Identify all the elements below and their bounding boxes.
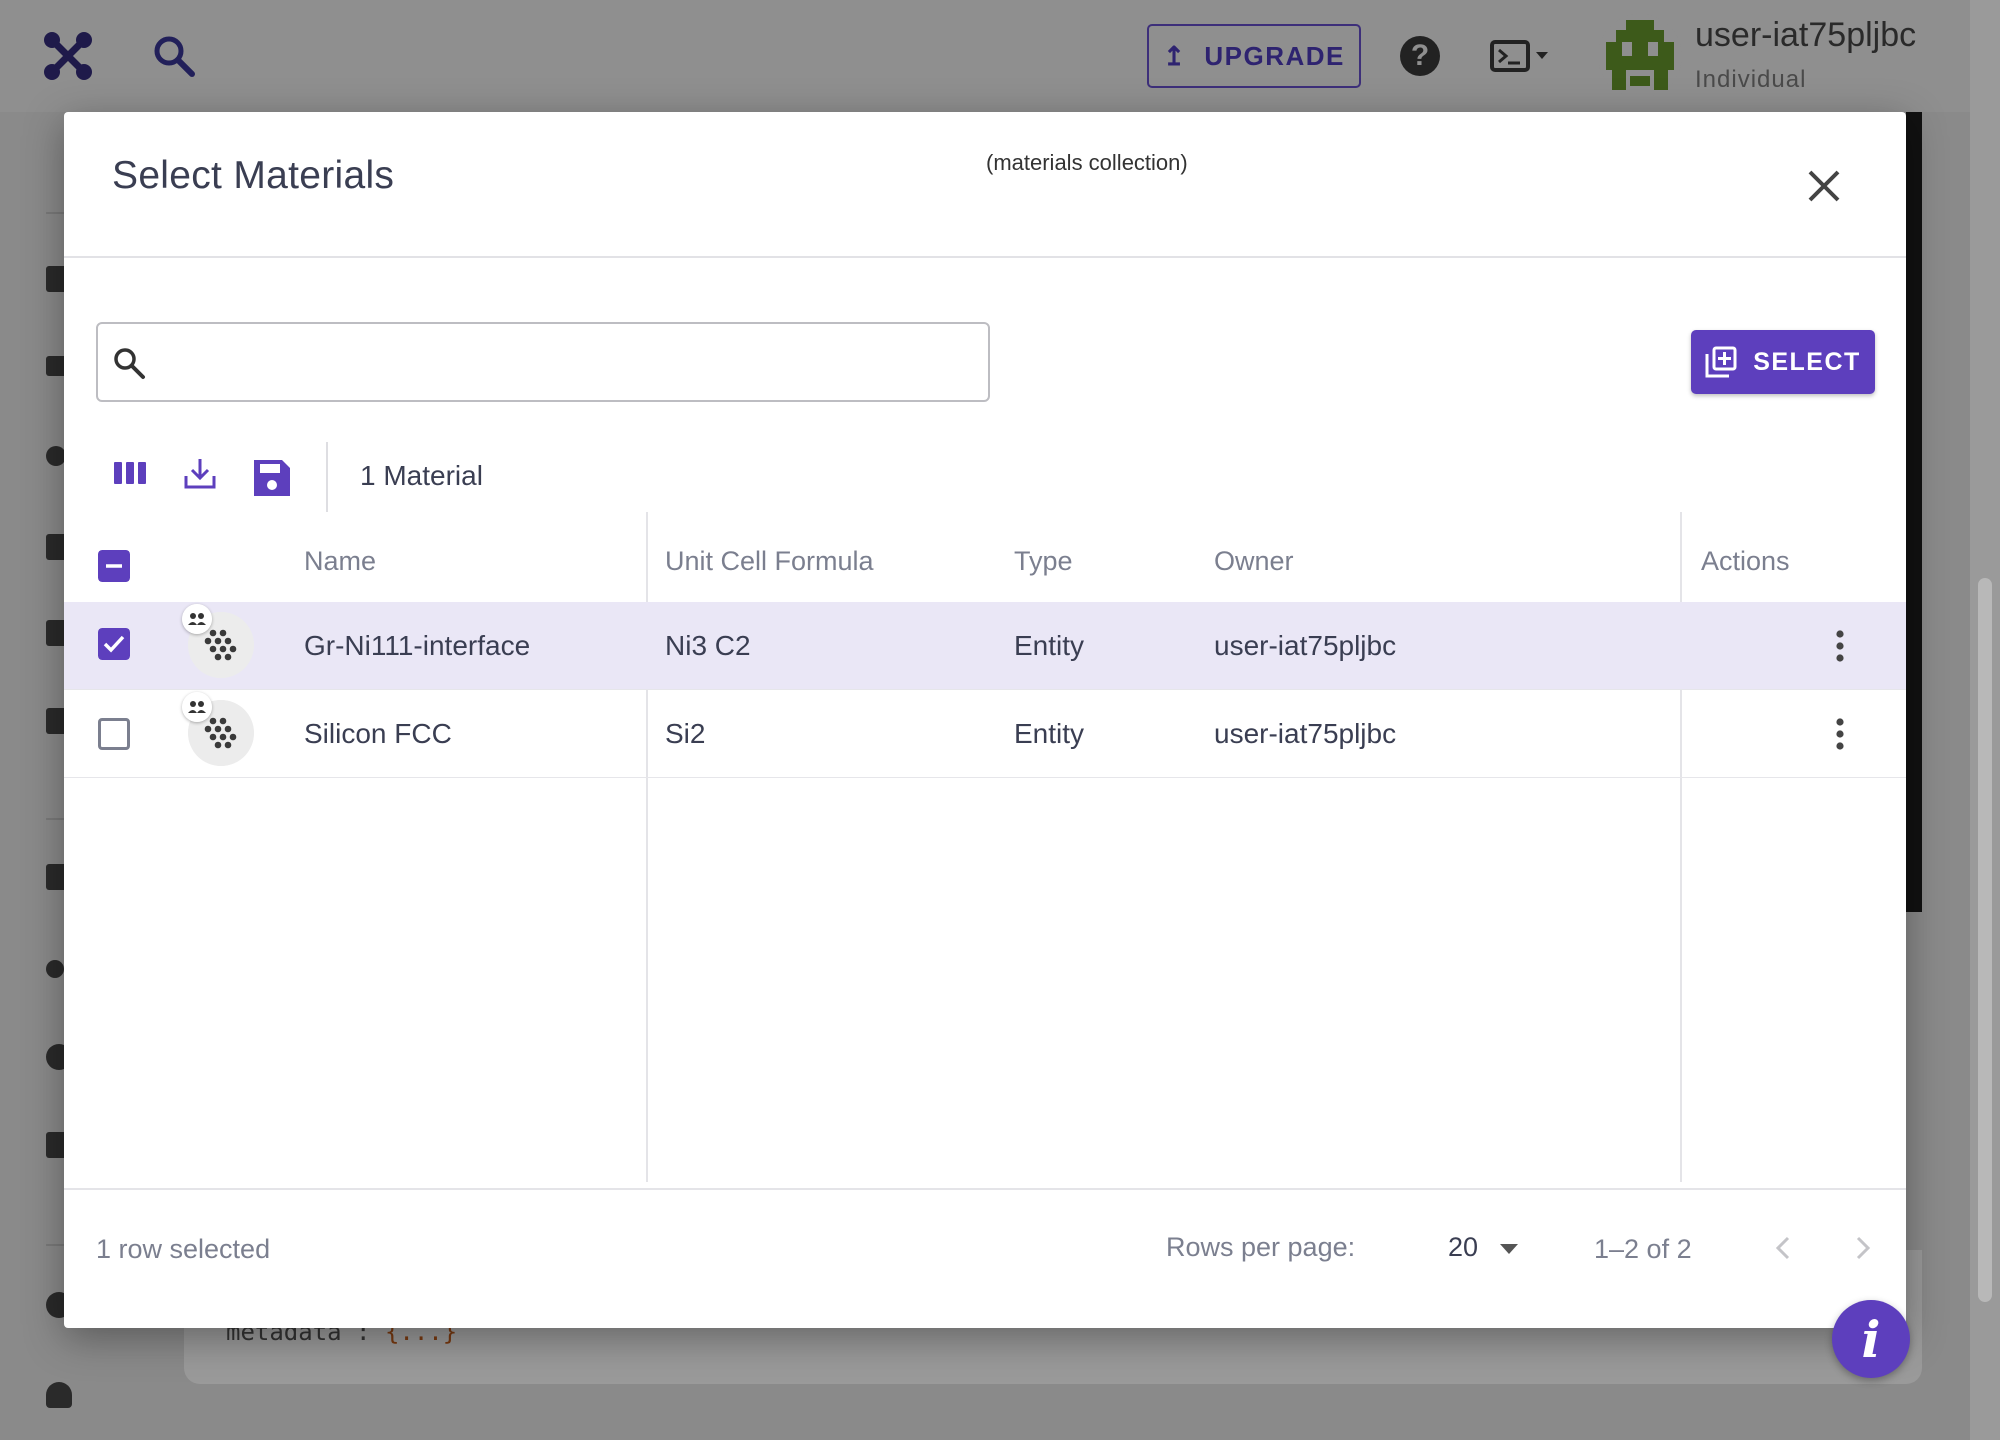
material-name: Gr-Ni111-interface xyxy=(304,630,531,661)
material-count: 1 Material xyxy=(360,460,483,491)
material-owner: user-iat75pljbc xyxy=(1214,718,1397,749)
table-row[interactable]: Gr-Ni111-interface Ni3 C2 Entity user-ia… xyxy=(64,602,1906,690)
material-owner: user-iat75pljbc xyxy=(1214,630,1397,661)
sidebar-divider xyxy=(46,818,66,820)
avatar[interactable] xyxy=(1598,14,1682,98)
next-page-icon[interactable] xyxy=(1842,1228,1882,1268)
material-formula: Si2 xyxy=(665,718,706,749)
select-button-label: SELECT xyxy=(1753,347,1861,376)
help-icon[interactable]: ? xyxy=(1400,36,1440,76)
previous-page-icon[interactable] xyxy=(1764,1228,1804,1268)
user-role: Individual xyxy=(1695,66,1807,93)
dialog-subtitle: (materials collection) xyxy=(986,150,1188,175)
more-vert-icon[interactable] xyxy=(1820,626,1860,666)
user-name[interactable]: user-iat75pljbc xyxy=(1695,16,1916,55)
search-icon[interactable] xyxy=(152,34,196,78)
toolbar-divider xyxy=(326,442,328,512)
column-header-type[interactable]: Type xyxy=(1014,546,1073,577)
search-field[interactable] xyxy=(96,322,990,402)
rows-per-page-select[interactable]: 20 xyxy=(1448,1232,1478,1263)
chevron-down-icon[interactable] xyxy=(1500,1244,1518,1254)
select-button[interactable]: SELECT xyxy=(1691,330,1875,394)
background-panel-edge xyxy=(1906,112,1922,912)
column-header-owner[interactable]: Owner xyxy=(1214,546,1294,577)
app-bar: ↥ UPGRADE ? user-iat75pljbc Individual xyxy=(0,0,2000,112)
sidebar xyxy=(0,112,72,1440)
shared-users-icon xyxy=(182,692,212,722)
sidebar-item-icon[interactable] xyxy=(46,960,64,978)
table-footer: 1 row selected Rows per page: 20 1–2 of … xyxy=(64,1188,1906,1328)
select-all-checkbox[interactable] xyxy=(98,550,130,582)
rows-per-page-label: Rows per page: xyxy=(1166,1232,1356,1262)
search-icon xyxy=(114,348,145,379)
download-icon[interactable] xyxy=(182,456,218,492)
page-range: 1–2 of 2 xyxy=(1594,1234,1692,1264)
column-header-actions: Actions xyxy=(1701,546,1790,576)
material-formula: Ni3 C2 xyxy=(665,630,751,661)
page-scrollbar-thumb[interactable] xyxy=(1978,578,1992,1302)
dialog-header: Select Materials (materials collection) xyxy=(64,112,1906,258)
shared-users-icon xyxy=(182,604,212,634)
upload-icon: ↥ xyxy=(1163,40,1187,71)
material-name: Silicon FCC xyxy=(304,718,452,749)
material-type: Entity xyxy=(1014,718,1085,749)
table-row[interactable]: Silicon FCC Si2 Entity user-iat75pljbc xyxy=(64,690,1906,778)
more-vert-icon[interactable] xyxy=(1820,714,1860,754)
upgrade-label: UPGRADE xyxy=(1204,40,1345,71)
material-type: Entity xyxy=(1014,630,1085,661)
close-icon[interactable] xyxy=(1798,160,1850,212)
materials-table: Name Unit Cell Formula Type Owner Action… xyxy=(64,512,1906,1192)
app-logo-icon[interactable] xyxy=(42,30,94,82)
sidebar-item-icon[interactable] xyxy=(46,446,66,466)
columns-icon[interactable] xyxy=(112,456,148,492)
terminal-icon[interactable] xyxy=(1490,40,1554,72)
column-header-formula[interactable]: Unit Cell Formula xyxy=(665,546,874,577)
dialog-title: Select Materials xyxy=(112,154,395,197)
add-box-icon xyxy=(1705,346,1737,378)
sidebar-divider xyxy=(46,212,66,214)
row-checkbox-checked[interactable] xyxy=(98,628,130,660)
upgrade-button[interactable]: ↥ UPGRADE xyxy=(1147,24,1361,88)
selection-status: 1 row selected xyxy=(96,1234,271,1264)
search-input[interactable] xyxy=(158,338,968,388)
row-checkbox-unchecked[interactable] xyxy=(98,718,130,750)
select-materials-dialog: Select Materials (materials collection) … xyxy=(64,112,1906,1328)
sidebar-item-icon[interactable] xyxy=(46,1382,72,1408)
sidebar-divider xyxy=(46,1244,66,1246)
save-icon[interactable] xyxy=(252,458,292,498)
info-icon[interactable]: i xyxy=(1832,1300,1910,1378)
column-header-name[interactable]: Name xyxy=(304,546,376,577)
